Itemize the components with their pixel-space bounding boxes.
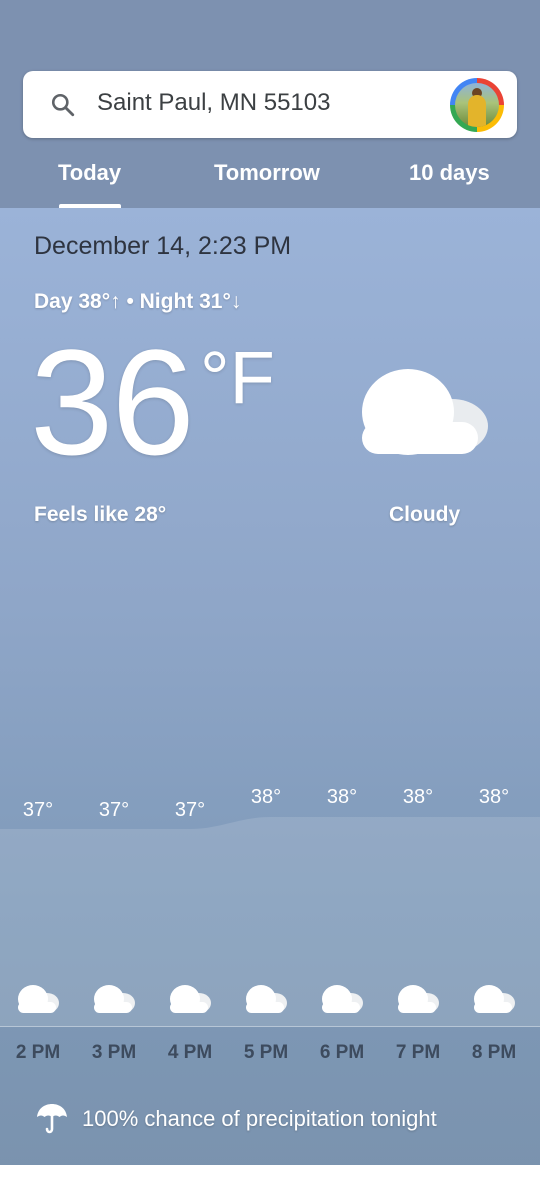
search-input[interactable]: Saint Paul, MN 55103: [97, 89, 330, 117]
tab-tomorrow[interactable]: Tomorrow: [214, 160, 320, 186]
cloud-icon: [474, 985, 515, 1013]
hour-temp: 38°: [250, 786, 282, 808]
hour-label: 8 PM: [471, 1042, 517, 1063]
day-night-temps: Day 38°↑ • Night 31°↓: [34, 290, 242, 313]
hour-temp: 38°: [326, 786, 358, 808]
avatar[interactable]: [455, 83, 499, 127]
bottom-bar: [0, 1165, 540, 1200]
cloud-icon: [322, 985, 363, 1013]
cloud-icon: [170, 985, 211, 1013]
cloud-icon: [362, 369, 488, 455]
hour-label: 7 PM: [395, 1042, 441, 1063]
feels-like: Feels like 28°: [34, 503, 167, 526]
tab-10-days[interactable]: 10 days: [409, 160, 490, 186]
hour-temp: 37°: [22, 799, 54, 821]
hourly-divider: [0, 1026, 540, 1027]
tab-today[interactable]: Today: [58, 160, 121, 186]
condition-label: Cloudy: [389, 503, 461, 526]
hour-temp: 38°: [478, 786, 510, 808]
hour-label: 6 PM: [319, 1042, 365, 1063]
cloud-icon: [18, 985, 59, 1013]
temperature-unit[interactable]: °F: [200, 338, 275, 418]
hour-temp: 38°: [402, 786, 434, 808]
search-icon[interactable]: [50, 92, 76, 118]
hour-temp: 37°: [174, 799, 206, 821]
hour-label: 5 PM: [243, 1042, 289, 1063]
current-datetime: December 14, 2:23 PM: [34, 232, 292, 260]
cloud-icon: [246, 985, 287, 1013]
avatar-figure: [468, 95, 486, 127]
cloud-icon: [398, 985, 439, 1013]
precipitation-chance: 100% chance of precipitation tonight: [82, 1106, 437, 1131]
hour-temp: 37°: [98, 799, 130, 821]
current-temperature: 36: [30, 318, 195, 486]
hour-label: 4 PM: [167, 1042, 213, 1063]
hour-label: 2 PM: [15, 1042, 61, 1063]
umbrella-icon: [37, 1104, 67, 1134]
hour-label: 3 PM: [91, 1042, 137, 1063]
cloud-icon: [94, 985, 135, 1013]
